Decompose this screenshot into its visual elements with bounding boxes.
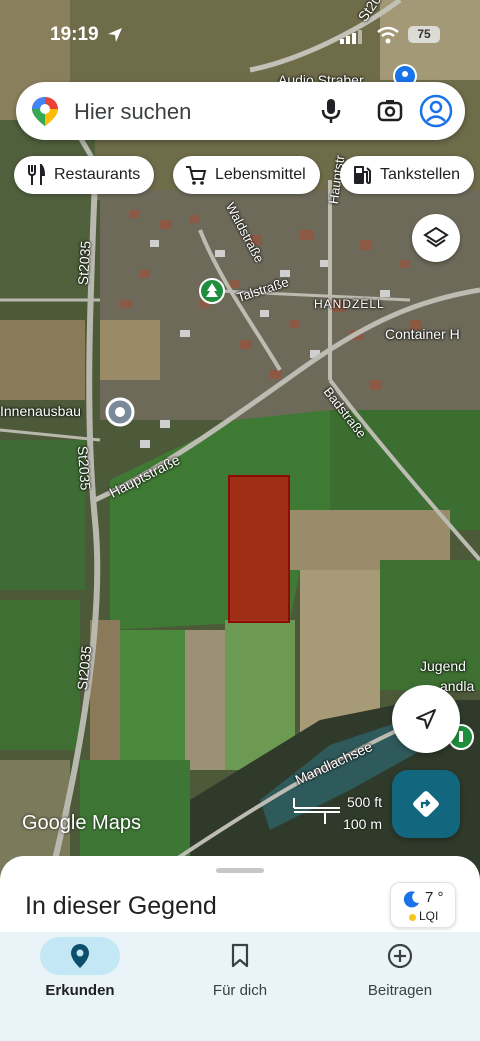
map-label-handzell: HANDZELL	[314, 297, 385, 311]
search-bar[interactable]: Hier suchen	[16, 82, 465, 140]
aqi-dot	[409, 914, 416, 921]
my-location-button[interactable]	[392, 685, 460, 753]
nav-erkunden[interactable]: Erkunden	[0, 932, 160, 1041]
map-label-st2035-top: St2035	[74, 240, 94, 286]
fuel-icon	[354, 166, 371, 185]
status-time: 19:19	[50, 24, 99, 45]
sheet-title: In dieser Gegend	[25, 892, 217, 920]
map-label-jugend: Jugend	[420, 658, 466, 674]
battery-indicator: 75	[408, 26, 440, 43]
add-circle-icon	[387, 943, 413, 969]
chip-label: Restaurants	[54, 166, 141, 183]
weather-aqi: LQI	[419, 909, 439, 923]
directions-button[interactable]	[392, 770, 460, 838]
scale-meters: 100 m	[343, 816, 382, 832]
chip-lebensmittel[interactable]: Lebensmittel	[173, 156, 320, 194]
highlighted-parcel[interactable]	[228, 475, 290, 623]
sheet-drag-handle[interactable]	[216, 868, 264, 873]
layers-icon	[423, 226, 449, 248]
google-lens-icon[interactable]	[376, 97, 404, 125]
search-input[interactable]: Hier suchen	[74, 99, 191, 125]
nav-beitragen[interactable]: Beitragen	[320, 932, 480, 1041]
map-scale: 500 ft 100 m	[292, 794, 386, 834]
chip-restaurants[interactable]: Restaurants	[14, 156, 155, 194]
scale-feet: 500 ft	[346, 794, 382, 810]
cart-icon	[186, 166, 207, 185]
navigation-arrow-icon	[416, 709, 436, 729]
directions-icon	[413, 791, 439, 817]
place-marker-icon[interactable]	[105, 397, 135, 431]
fork-knife-icon	[28, 164, 46, 185]
nav-icon-container	[360, 937, 440, 975]
wifi-icon	[377, 26, 399, 44]
map-label-container: Container H	[385, 326, 460, 342]
bottom-navigation: Erkunden Für dich Beitragen	[0, 932, 480, 1041]
chip-label: Tankstellen	[380, 166, 461, 183]
chip-label: Lebensmittel	[215, 166, 306, 183]
park-marker-icon[interactable]	[199, 278, 225, 308]
microphone-icon[interactable]	[320, 97, 342, 125]
nav-label: Beitragen	[367, 982, 433, 999]
google-maps-watermark: Google Maps	[22, 812, 141, 834]
weather-temperature: 7 °	[425, 889, 444, 906]
layers-button[interactable]	[412, 214, 460, 262]
status-bar: 19:19 75	[0, 0, 480, 60]
location-arrow-icon	[108, 28, 122, 42]
location-pin-icon	[71, 944, 89, 968]
chip-tankstellen[interactable]: Tankstellen	[340, 156, 475, 194]
bookmark-icon	[231, 943, 249, 968]
account-icon[interactable]	[419, 94, 453, 128]
moon-icon	[403, 891, 419, 908]
nav-label: Erkunden	[45, 982, 115, 999]
map-label-st2035-mid: St2035	[74, 445, 94, 491]
weather-widget[interactable]: 7 ° LQI	[390, 882, 456, 928]
signal-icon	[340, 30, 362, 44]
google-maps-pin-icon	[32, 97, 58, 126]
nav-label: Für dich	[212, 982, 268, 999]
map-label-innenausbau: Innenausbau	[0, 403, 81, 419]
nav-icon-container	[200, 937, 280, 975]
nav-fuer-dich[interactable]: Für dich	[160, 932, 320, 1041]
nav-icon-container	[40, 937, 120, 975]
